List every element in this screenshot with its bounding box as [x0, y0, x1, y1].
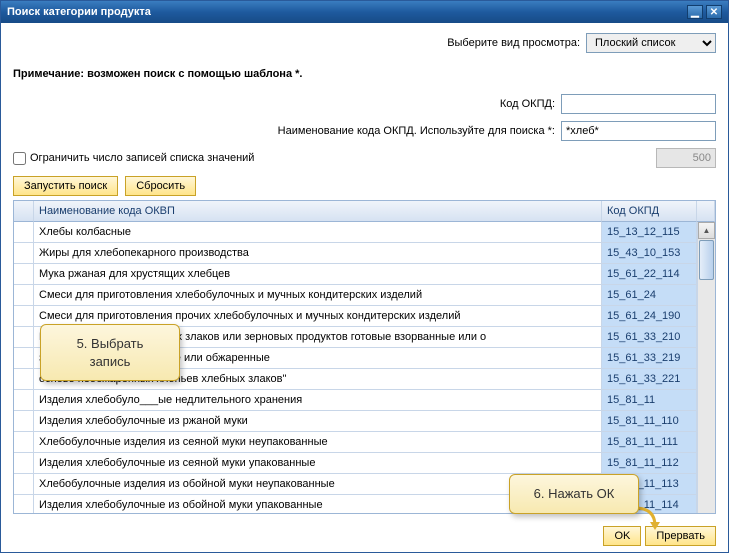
row-code[interactable]: 15_81_11_112	[602, 453, 697, 474]
col-code-header[interactable]: Код ОКПД	[602, 201, 697, 222]
row-code[interactable]: 15_61_33_221	[602, 369, 697, 390]
minimize-icon[interactable]: ▁	[687, 5, 703, 19]
vertical-scrollbar[interactable]: ▲▼	[697, 222, 715, 514]
row-selector[interactable]	[14, 390, 34, 411]
window-title: Поиск категории продукта	[7, 6, 684, 18]
row-selector[interactable]	[14, 264, 34, 285]
view-label: Выберите вид просмотра:	[13, 37, 580, 49]
limit-value	[656, 148, 716, 168]
row-code[interactable]: 15_61_33_219	[602, 348, 697, 369]
row-code[interactable]: 15_61_24	[602, 285, 697, 306]
titlebar: Поиск категории продукта ▁ ✕	[1, 1, 728, 23]
row-name[interactable]: Жиры для хлебопекарного производства	[34, 243, 602, 264]
close-icon[interactable]: ✕	[706, 5, 722, 19]
search-button[interactable]: Запустить поиск	[13, 176, 118, 196]
annotation-press-ok: 6. Нажать ОК	[509, 474, 639, 514]
row-selector[interactable]	[14, 243, 34, 264]
row-selector[interactable]	[14, 327, 34, 348]
okpd-code-input[interactable]	[561, 94, 716, 114]
row-selector[interactable]	[14, 369, 34, 390]
col-name-header[interactable]: Наименование кода ОКВП	[34, 201, 602, 222]
limit-label: Ограничить число записей списка значений	[30, 152, 254, 164]
row-code[interactable]: 15_13_12_115	[602, 222, 697, 243]
note-text: Примечание: возможен поиск с помощью шаб…	[13, 68, 716, 80]
row-code[interactable]: 15_81_11_111	[602, 432, 697, 453]
row-code[interactable]: 15_61_22_114	[602, 264, 697, 285]
row-selector[interactable]	[14, 453, 34, 474]
dialog-window: Поиск категории продукта ▁ ✕ Выберите ви…	[0, 0, 729, 553]
view-select[interactable]: Плоский список	[586, 33, 716, 53]
row-code[interactable]: 15_81_11	[602, 390, 697, 411]
limit-checkbox[interactable]	[13, 152, 26, 165]
row-selector[interactable]	[14, 306, 34, 327]
okpd-code-label: Код ОКПД:	[500, 98, 555, 110]
row-name[interactable]: Изделия хлебобуло___ые недлительного хра…	[34, 390, 602, 411]
row-selector[interactable]	[14, 474, 34, 495]
row-name[interactable]: Хлебы колбасные	[34, 222, 602, 243]
row-code[interactable]: 15_81_11_110	[602, 411, 697, 432]
okpd-name-input[interactable]	[561, 121, 716, 141]
row-selector[interactable]	[14, 222, 34, 243]
okpd-name-label: Наименование кода ОКПД. Используйте для …	[278, 125, 555, 137]
col-select	[14, 201, 34, 222]
row-selector[interactable]	[14, 285, 34, 306]
row-selector[interactable]	[14, 348, 34, 369]
row-selector[interactable]	[14, 411, 34, 432]
row-name[interactable]: Изделия хлебобулочные из ржаной муки	[34, 411, 602, 432]
cancel-button[interactable]: Прервать	[645, 526, 716, 546]
row-name[interactable]: Смеси для приготовления хлебобулочных и …	[34, 285, 602, 306]
row-code[interactable]: 15_61_24_190	[602, 306, 697, 327]
dialog-body: Выберите вид просмотра: Плоский список П…	[1, 23, 728, 520]
row-name[interactable]: Хлебобулочные изделия из сеяной муки неу…	[34, 432, 602, 453]
reset-button[interactable]: Сбросить	[125, 176, 196, 196]
row-name[interactable]: Изделия хлебобулочные из сеяной муки упа…	[34, 453, 602, 474]
row-selector[interactable]	[14, 432, 34, 453]
row-code[interactable]: 15_43_10_153	[602, 243, 697, 264]
row-code[interactable]: 15_61_33_210	[602, 327, 697, 348]
row-name[interactable]: Мука ржаная для хрустящих хлебцев	[34, 264, 602, 285]
row-selector[interactable]	[14, 495, 34, 514]
scroll-up-icon[interactable]: ▲	[698, 222, 715, 239]
ok-button[interactable]: OK	[603, 526, 641, 546]
col-scroll	[697, 201, 715, 222]
annotation-select-row: 5. Выбрать запись	[40, 324, 180, 381]
scroll-thumb[interactable]	[699, 240, 714, 280]
dialog-footer: OK Прервать	[1, 520, 728, 552]
